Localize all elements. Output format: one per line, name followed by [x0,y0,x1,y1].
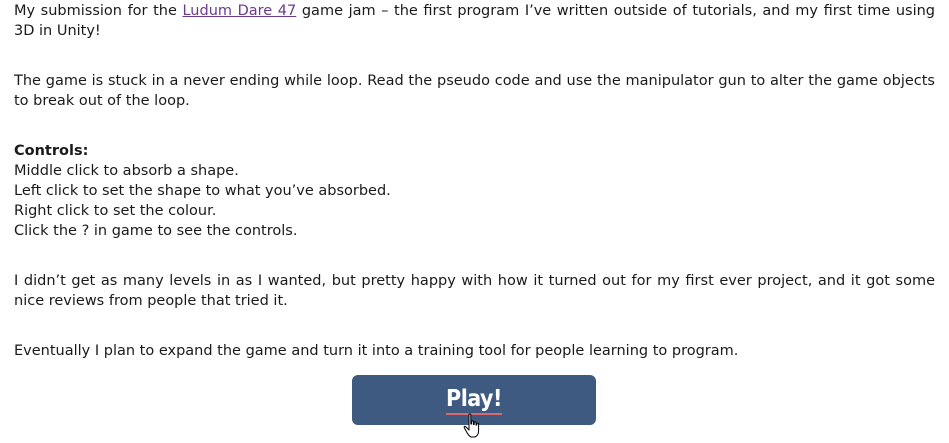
control-line-middle-click: Middle click to absorb a shape. [14,163,239,179]
description-paragraph: The game is stuck in a never ending whil… [14,73,935,109]
controls-section: Controls: Middle click to absorb a shape… [14,141,935,241]
controls-heading: Controls: [14,143,89,159]
control-line-help: Click the ? in game to see the controls. [14,223,298,239]
control-line-left-click: Left click to set the shape to what you’… [14,183,391,199]
hand-pointer-icon [463,413,480,438]
control-line-right-click: Right click to set the colour. [14,203,217,219]
intro-prefix: My submission for the [14,3,183,19]
play-button-label: Play! [446,386,502,415]
plans-paragraph: Eventually I plan to expand the game and… [14,343,739,359]
ludum-dare-link[interactable]: Ludum Dare 47 [182,3,296,19]
reflection-paragraph: I didn’t get as many levels in as I want… [14,273,935,309]
intro-paragraph: My submission for the Ludum Dare 47 game… [14,1,935,41]
